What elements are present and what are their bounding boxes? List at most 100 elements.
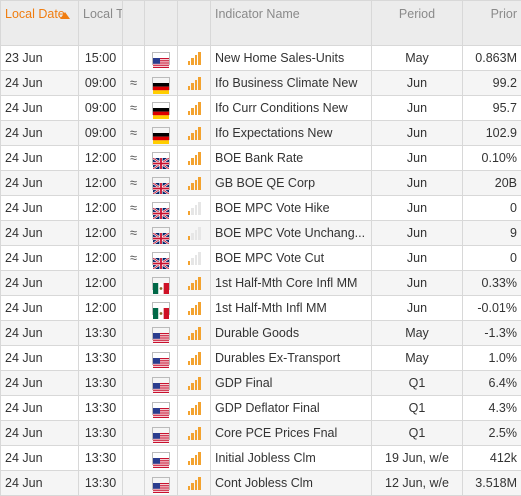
column-header-local-date[interactable]: Local Date [1,1,79,46]
event-time: 12:00 [79,146,123,171]
event-time: 09:00 [79,96,123,121]
country-flag-cell [145,221,178,246]
event-period: 19 Jun, w/e [372,446,463,471]
mx-flag-icon [152,302,170,315]
table-row[interactable]: 24 Jun13:30Durable GoodsMay-1.3% [1,321,521,346]
table-row[interactable]: 24 Jun13:30GDP FinalQ16.4% [1,371,521,396]
column-header-volatility[interactable] [123,1,145,46]
header-row: Local Date Local Time Indicator Name Per… [1,1,521,46]
table-row[interactable]: 24 Jun09:00≈Ifo Business Climate NewJun9… [1,71,521,96]
importance-cell [178,196,211,221]
importance-cell [178,321,211,346]
table-row[interactable]: 24 Jun12:00≈BOE MPC Vote CutJun0 [1,246,521,271]
prior-value: 9 [463,221,521,246]
indicator-name[interactable]: BOE Bank Rate [211,146,372,171]
column-header-period[interactable]: Period [372,1,463,46]
importance-bar [198,77,201,90]
indicator-name[interactable]: GDP Final [211,371,372,396]
mx-flag-icon [152,277,170,290]
table-row[interactable]: 24 Jun12:00≈BOE MPC Vote Unchang...Jun9 [1,221,521,246]
importance-bar [188,161,191,165]
table-row[interactable]: 24 Jun12:00≈BOE MPC Vote HikeJun0 [1,196,521,221]
indicator-name[interactable]: Initial Jobless Clm [211,446,372,471]
event-time: 09:00 [79,71,123,96]
indicator-name[interactable]: Ifo Expectations New [211,121,372,146]
table-row[interactable]: 24 Jun12:001st Half-Mth Infl MMJun-0.01% [1,296,521,321]
column-header-local-time[interactable]: Local Time [79,1,123,46]
indicator-name[interactable]: Ifo Business Climate New [211,71,372,96]
importance-bar [188,136,191,140]
indicator-name[interactable]: Durables Ex-Transport [211,346,372,371]
importance-bar [191,383,194,390]
prior-value: 99.2 [463,71,521,96]
event-time: 13:30 [79,371,123,396]
column-header-prior[interactable]: Prior [463,1,521,46]
importance-bar [195,405,198,415]
indicator-name[interactable]: BOE MPC Vote Unchang... [211,221,372,246]
event-time: 12:00 [79,171,123,196]
us-flag-icon [152,477,170,490]
importance-bar [195,430,198,440]
event-time: 12:00 [79,246,123,271]
indicator-name[interactable]: BOE MPC Vote Cut [211,246,372,271]
gb-flag-icon [152,202,170,215]
event-time: 12:00 [79,221,123,246]
importance-bars-icon [188,352,201,365]
event-date: 24 Jun [1,221,79,246]
event-time: 13:30 [79,321,123,346]
prior-value: -1.3% [463,321,521,346]
table-row[interactable]: 24 Jun12:00≈GB BOE QE CorpJun20B [1,171,521,196]
event-date: 24 Jun [1,321,79,346]
column-header-importance[interactable] [178,1,211,46]
importance-bar [195,80,198,90]
importance-cell [178,371,211,396]
indicator-name[interactable]: GB BOE QE Corp [211,171,372,196]
importance-cell [178,146,211,171]
table-row[interactable]: 24 Jun13:30Initial Jobless Clm19 Jun, w/… [1,446,521,471]
importance-bar [198,202,201,215]
table-row[interactable]: 24 Jun12:00≈BOE Bank RateJun0.10% [1,146,521,171]
us-flag-icon [152,327,170,340]
importance-bar [191,408,194,415]
event-period: May [372,46,463,71]
column-header-indicator-name[interactable]: Indicator Name [211,1,372,46]
importance-bar [195,180,198,190]
importance-bar [191,83,194,90]
importance-bar [191,483,194,490]
table-row[interactable]: 24 Jun09:00≈Ifo Curr Conditions NewJun95… [1,96,521,121]
table-row[interactable]: 24 Jun09:00≈Ifo Expectations NewJun102.9 [1,121,521,146]
event-date: 24 Jun [1,396,79,421]
importance-bars-icon [188,152,201,165]
table-row[interactable]: 24 Jun13:30Durables Ex-TransportMay1.0% [1,346,521,371]
volatility-icon [123,421,145,446]
event-time: 13:30 [79,446,123,471]
importance-bars-icon [188,177,201,190]
sort-ascending-icon [60,12,70,19]
indicator-name[interactable]: 1st Half-Mth Infl MM [211,296,372,321]
indicator-name[interactable]: 1st Half-Mth Core Infl MM [211,271,372,296]
importance-cell [178,271,211,296]
indicator-name[interactable]: BOE MPC Vote Hike [211,196,372,221]
importance-bar [198,352,201,365]
column-header-country[interactable] [145,1,178,46]
indicator-name[interactable]: Durable Goods [211,321,372,346]
importance-cell [178,121,211,146]
indicator-name[interactable]: New Home Sales-Units [211,46,372,71]
country-flag-cell [145,371,178,396]
table-row[interactable]: 24 Jun13:30GDP Deflator FinalQ14.3% [1,396,521,421]
indicator-name[interactable]: Ifo Curr Conditions New [211,96,372,121]
table-row[interactable]: 24 Jun13:30Core PCE Prices FnalQ12.5% [1,421,521,446]
importance-bar [191,158,194,165]
importance-bar [188,61,191,65]
country-flag-cell [145,196,178,221]
prior-value: 0.10% [463,146,521,171]
indicator-name[interactable]: Core PCE Prices Fnal [211,421,372,446]
table-row[interactable]: 23 Jun15:00New Home Sales-UnitsMay0.863M [1,46,521,71]
country-flag-cell [145,96,178,121]
importance-bar [191,233,194,240]
event-period: Jun [372,196,463,221]
table-row[interactable]: 24 Jun12:001st Half-Mth Core Infl MMJun0… [1,271,521,296]
event-date: 24 Jun [1,271,79,296]
indicator-name[interactable]: GDP Deflator Final [211,396,372,421]
event-period: Jun [372,296,463,321]
